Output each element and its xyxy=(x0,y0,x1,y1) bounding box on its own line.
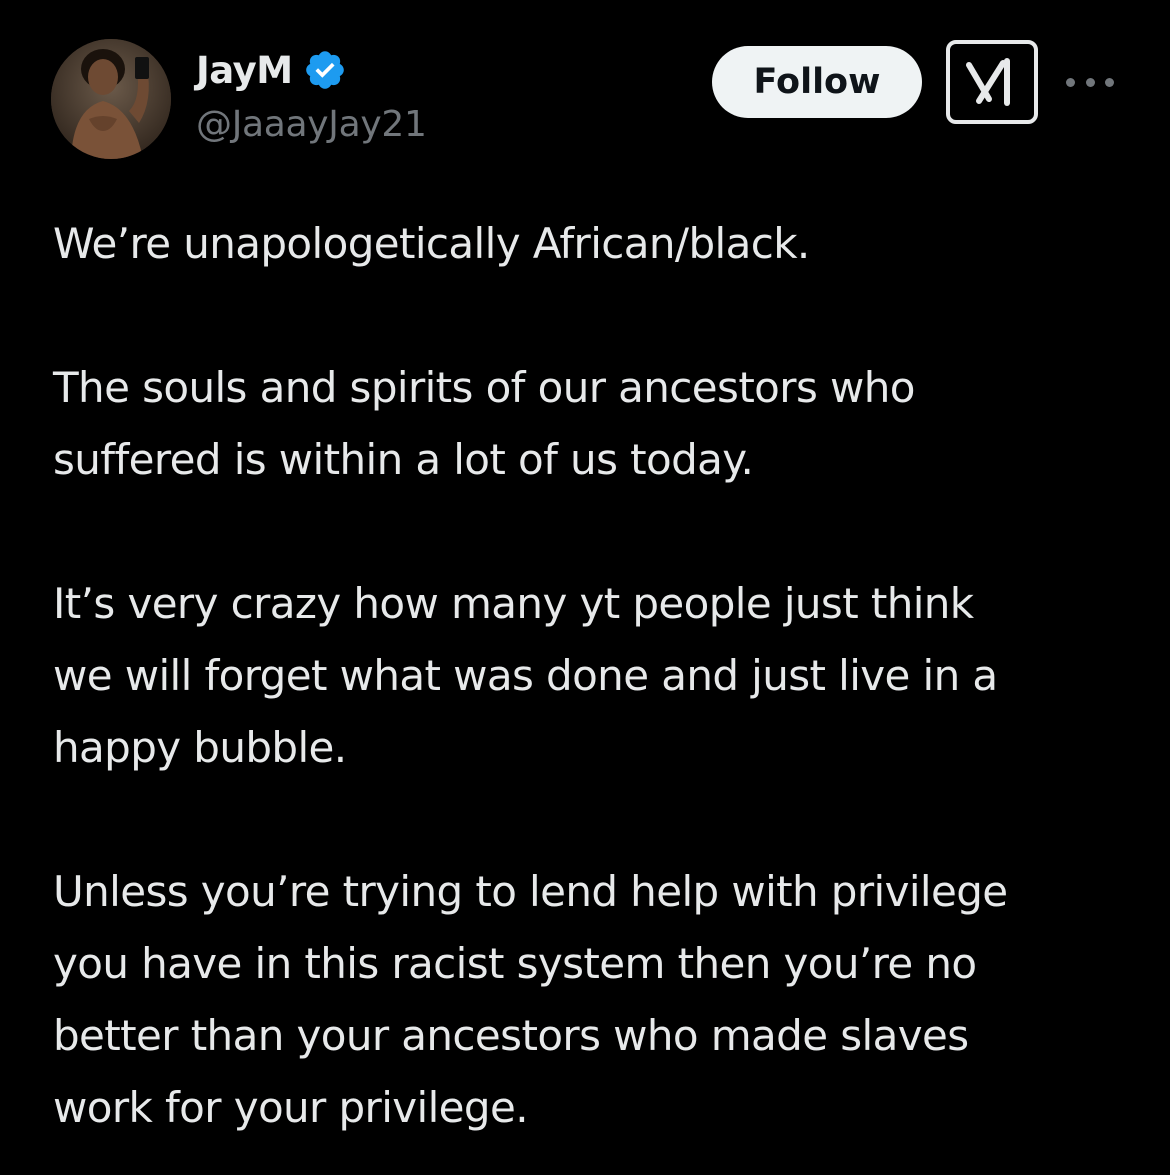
tweet-text: We’re unapologetically African/black. Th… xyxy=(53,208,1143,1144)
author-name-row: JayM xyxy=(196,44,347,96)
verified-badge-icon[interactable] xyxy=(303,48,347,92)
tweet-paragraph: Unless you’re trying to lend help with p… xyxy=(53,856,1143,1144)
tweet-line: Unless you’re trying to lend help with p… xyxy=(53,867,1008,916)
tweet-line: We’re unapologetically African/black. xyxy=(53,219,810,268)
avatar-image xyxy=(51,39,171,159)
tweet-line: The souls and spirits of our ancestors w… xyxy=(53,363,915,412)
tweet-line: better than your ancestors who made slav… xyxy=(53,1011,969,1060)
tweet-line: you have in this racist system then you’… xyxy=(53,939,977,988)
tweet-paragraph: We’re unapologetically African/black. xyxy=(53,208,1143,280)
tweet-line: we will forget what was done and just li… xyxy=(53,651,998,700)
avatar[interactable] xyxy=(51,39,171,159)
tweet-card: JayM @JaaayJay21 Follow We’re unapologet… xyxy=(0,0,1170,1175)
follow-button[interactable]: Follow xyxy=(712,46,922,118)
author-handle[interactable]: @JaaayJay21 xyxy=(196,104,427,145)
tweet-line: happy bubble. xyxy=(53,723,347,772)
tweet-paragraph: The souls and spirits of our ancestors w… xyxy=(53,352,1143,496)
tweet-line: It’s very crazy how many yt people just … xyxy=(53,579,974,628)
grok-icon[interactable] xyxy=(946,40,1038,124)
tweet-line: work for your privilege. xyxy=(53,1083,529,1132)
more-dots-icon[interactable] xyxy=(1066,66,1114,98)
tweet-line: suffered is within a lot of us today. xyxy=(53,435,754,484)
display-name[interactable]: JayM xyxy=(196,49,293,92)
tweet-paragraph: It’s very crazy how many yt people just … xyxy=(53,568,1143,784)
